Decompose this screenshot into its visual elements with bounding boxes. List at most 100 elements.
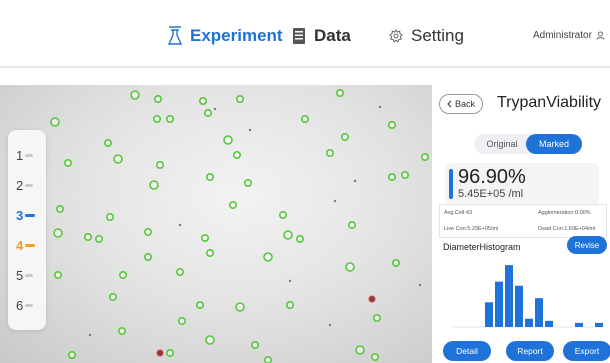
channel-bar [25, 243, 36, 247]
live-cell-marker [118, 327, 127, 336]
detail-button[interactable]: Detail [443, 341, 491, 361]
report-button[interactable]: Report [506, 341, 554, 361]
user-menu[interactable]: Administrator [533, 30, 605, 41]
channel-bar [25, 303, 34, 307]
back-label: Back [454, 99, 475, 109]
live-cell-marker [235, 302, 245, 312]
live-cell-marker [345, 262, 355, 272]
channel-bar [25, 183, 34, 187]
live-cell-marker [156, 161, 165, 170]
live-cell-marker [166, 348, 175, 357]
channel-number: 3 [16, 207, 24, 223]
live-cell-marker [300, 114, 309, 123]
histogram-bar [575, 322, 583, 327]
results-panel: Back TrypanViability Original Marked 96.… [437, 85, 610, 363]
channel-2[interactable]: 2 [8, 172, 46, 198]
debris-dot [353, 179, 357, 183]
live-cell-marker [176, 268, 185, 277]
live-cell-marker [50, 117, 60, 127]
live-concentration: Live Con:5.29E+05/ml [444, 226, 499, 232]
stats-box: Avg.Cell:43 Agglomeration:0.00% Live Con… [439, 204, 607, 238]
viability-result: 96.90% 5.45E+05 /ml [445, 163, 599, 205]
tab-data[interactable]: Data [292, 22, 351, 50]
channel-1[interactable]: 1 [8, 142, 46, 168]
live-cell-marker [264, 356, 272, 363]
live-cell-marker [55, 205, 64, 214]
export-button[interactable]: Export [563, 341, 610, 361]
live-cell-marker [325, 149, 334, 158]
live-cell-marker [130, 90, 140, 100]
live-cell-marker [199, 97, 208, 106]
revise-button[interactable]: Revise [567, 236, 607, 254]
tab-data-label: Data [314, 26, 351, 45]
debris-dot [333, 199, 337, 203]
debris-dot [248, 128, 252, 132]
back-button[interactable]: Back [439, 94, 483, 114]
live-cell-marker [204, 108, 213, 117]
tab-setting[interactable]: Setting [389, 22, 464, 50]
live-cell-marker [166, 114, 175, 123]
live-cell-marker [113, 154, 123, 164]
live-cell-marker [340, 132, 349, 141]
result-accent [449, 169, 453, 199]
live-cell-marker [370, 352, 379, 361]
microscope-image[interactable] [0, 85, 432, 363]
tab-experiment-label: Experiment [190, 26, 283, 45]
histogram-bar [595, 322, 603, 327]
live-cell-marker [400, 171, 409, 180]
live-cell-marker [154, 95, 163, 104]
live-cell-marker [106, 213, 115, 222]
live-cell-marker [295, 235, 304, 244]
nav-divider [0, 66, 610, 68]
channel-number: 1 [16, 147, 24, 163]
channel-number: 6 [16, 297, 24, 313]
view-original[interactable]: Original [474, 134, 530, 154]
live-cell-marker [229, 201, 238, 210]
debris-dot [328, 323, 332, 327]
live-cell-marker [283, 230, 293, 240]
view-marked[interactable]: Marked [526, 134, 582, 154]
channel-number: 4 [16, 237, 24, 253]
debris-dot [418, 283, 422, 287]
live-cell-marker [236, 95, 245, 104]
debris-dot [378, 105, 382, 109]
channel-5[interactable]: 5 [8, 262, 46, 288]
live-cell-marker [285, 301, 294, 310]
cell-overlay [17, 89, 429, 363]
histogram-bar [515, 285, 523, 327]
live-cell-marker [153, 114, 162, 123]
panel-title: TrypanViability [497, 94, 602, 111]
histogram-bar [545, 320, 553, 327]
live-cell-marker [347, 221, 356, 230]
live-cell-marker [64, 159, 73, 168]
debris-dot [213, 107, 217, 111]
histogram-bar [535, 298, 543, 327]
debris-dot [178, 223, 182, 227]
live-cell-marker [84, 233, 93, 242]
live-cell-marker [223, 135, 233, 145]
histogram-bar [505, 265, 513, 327]
live-cell-marker [119, 271, 128, 280]
channel-6[interactable]: 6 [8, 292, 46, 318]
agglomeration: Agglomeration:0.00% [538, 210, 591, 216]
live-cell-marker [278, 211, 287, 220]
channel-3[interactable]: 3 [8, 202, 46, 228]
live-cell-marker [205, 335, 215, 345]
username: Administrator [533, 30, 592, 41]
channel-bar [25, 273, 34, 277]
live-cell-marker [149, 180, 159, 190]
channel-4[interactable]: 4 [8, 232, 46, 258]
histogram-bar [525, 318, 533, 327]
view-toggle: Original Marked [474, 134, 582, 154]
live-cell-marker [178, 317, 187, 326]
tab-experiment[interactable]: Experiment [168, 22, 283, 50]
histogram-bar [495, 281, 503, 327]
chevron-left-icon [447, 100, 452, 108]
dead-cell-marker [368, 295, 376, 303]
top-nav: Experiment Data Setting Administrator [0, 0, 610, 68]
channel-number: 2 [16, 177, 24, 193]
dead-concentration: Dead Con:1.69E+04/ml [538, 226, 596, 232]
debris-dot [88, 333, 92, 337]
live-cell-marker [144, 253, 153, 262]
diameter-histogram [451, 265, 603, 328]
